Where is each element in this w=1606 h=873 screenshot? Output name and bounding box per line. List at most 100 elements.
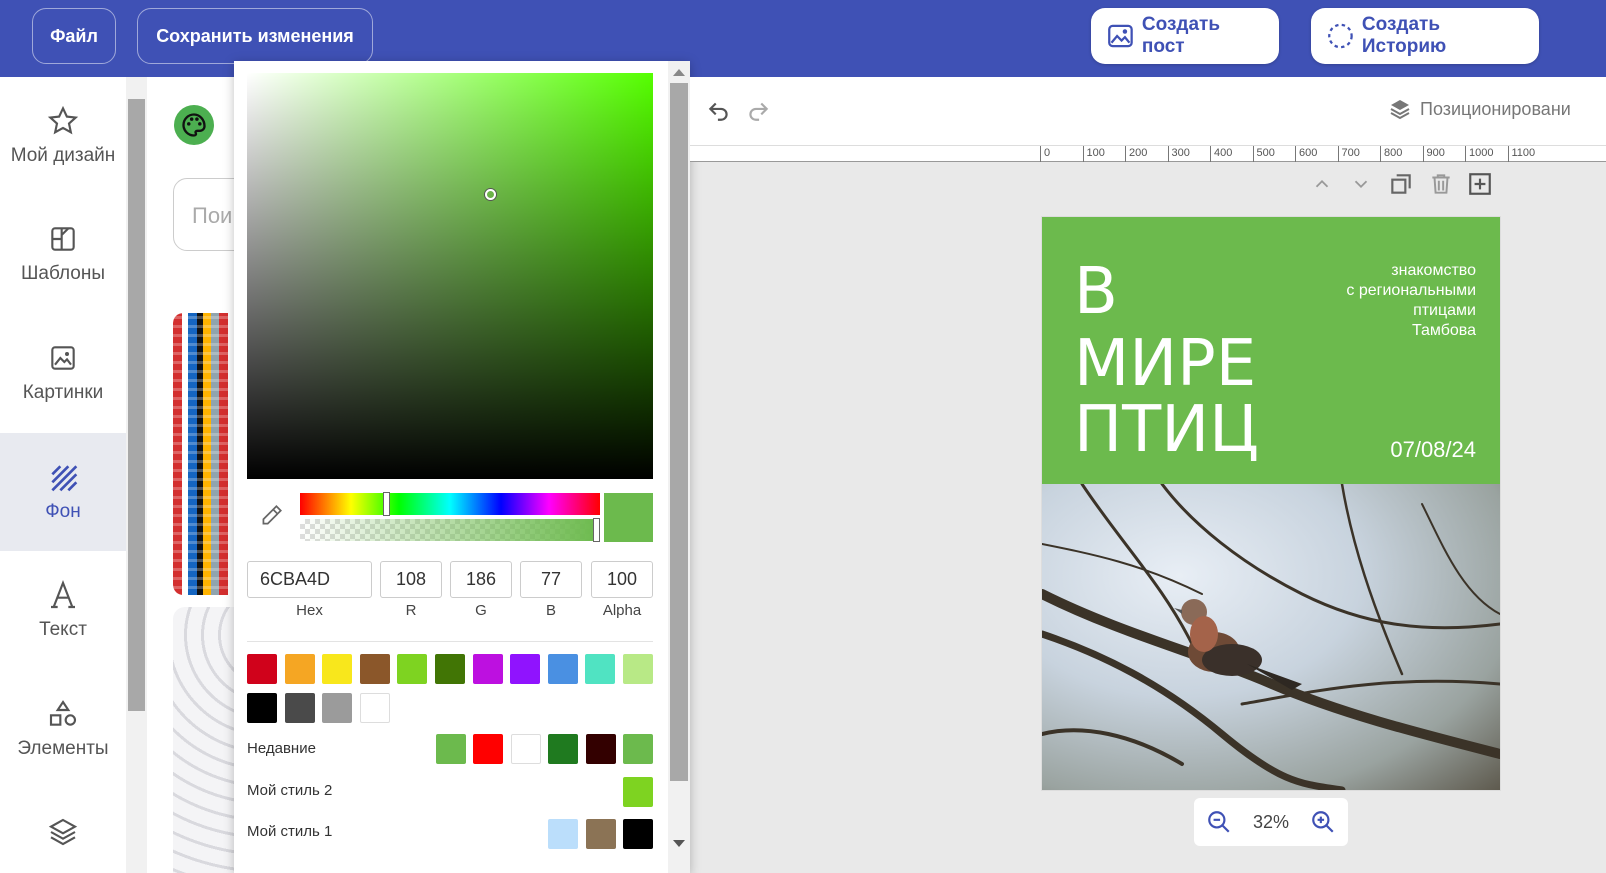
alpha-slider[interactable] <box>300 519 600 541</box>
color-swatch[interactable] <box>585 734 616 764</box>
sidebar-item-background[interactable]: Фон <box>0 433 126 551</box>
ruler-tick-label: 1000 <box>1465 146 1493 162</box>
eyedropper-icon[interactable] <box>258 503 284 529</box>
create-post-button[interactable]: Создать пост <box>1091 8 1279 64</box>
style2-label: Мой стиль 2 <box>247 782 333 799</box>
card-title-line3[interactable]: ПТИЦ <box>1074 397 1259 463</box>
color-swatch[interactable] <box>585 819 616 849</box>
color-swatch[interactable] <box>472 654 503 684</box>
alpha-slider-handle[interactable] <box>593 518 600 542</box>
color-swatch[interactable] <box>548 734 579 764</box>
card-title-line2[interactable]: МИРЕ <box>1074 331 1256 397</box>
color-swatch[interactable] <box>436 734 466 764</box>
alpha-label: Alpha <box>602 602 642 619</box>
color-swatch[interactable] <box>284 654 315 684</box>
sidebar-item-templates[interactable]: Шаблоны <box>0 195 126 313</box>
scrollbar-thumb[interactable] <box>670 83 688 781</box>
bird-photo[interactable] <box>1042 482 1500 790</box>
saturation-value-area[interactable] <box>247 73 653 479</box>
scroll-up-arrow-icon[interactable] <box>673 69 685 76</box>
red-input[interactable]: 108 <box>380 561 442 598</box>
shapes-icon <box>49 700 77 726</box>
sidebar-item-layers[interactable] <box>0 788 126 873</box>
color-swatch[interactable] <box>623 734 653 764</box>
branches-illustration <box>1042 482 1500 790</box>
hue-slider[interactable] <box>300 493 600 515</box>
star-icon <box>47 105 79 135</box>
color-swatch[interactable] <box>473 734 504 764</box>
color-swatch[interactable] <box>510 654 541 684</box>
color-swatch[interactable] <box>247 693 277 723</box>
color-swatch[interactable] <box>322 654 353 684</box>
background-icon <box>51 465 78 492</box>
card-subtitle[interactable]: знакомство с региональными птицами Тамбо… <box>1346 261 1476 341</box>
sidebar-item-images[interactable]: Картинки <box>0 314 126 432</box>
sidebar-scrollbar[interactable] <box>126 77 147 873</box>
color-swatch[interactable] <box>359 693 390 723</box>
template-icon <box>51 227 75 251</box>
color-swatch[interactable] <box>548 819 579 849</box>
ruler-tick-label: 800 <box>1380 146 1402 162</box>
scrollbar-thumb[interactable] <box>128 99 145 711</box>
text-icon <box>51 580 75 609</box>
move-down-icon[interactable] <box>1350 170 1372 198</box>
sidebar-item-my-design[interactable]: Мой дизайн <box>0 77 126 195</box>
divider <box>247 641 653 642</box>
subtitle-line: Тамбова <box>1411 322 1476 339</box>
zoom-in-icon[interactable] <box>1310 809 1336 835</box>
sidebar-item-text[interactable]: Текст <box>0 551 126 669</box>
add-page-icon[interactable] <box>1467 170 1493 198</box>
color-swatch[interactable] <box>247 654 277 684</box>
background-panel: Пои <box>147 77 247 873</box>
ruler-tick-label: 400 <box>1210 146 1232 162</box>
trash-icon[interactable] <box>1428 170 1454 198</box>
file-button[interactable]: Файл <box>32 8 116 64</box>
picker-scrollbar[interactable] <box>668 61 690 873</box>
save-changes-button[interactable]: Сохранить изменения <box>137 8 373 64</box>
color-swatch[interactable] <box>359 654 390 684</box>
ruler-tick-label: 700 <box>1337 146 1360 162</box>
create-post-label: Создать пост <box>1141 14 1221 57</box>
card-date[interactable]: 07/08/24 <box>1390 437 1476 463</box>
create-story-label: Создать Историю <box>1361 14 1447 57</box>
color-swatch[interactable] <box>623 654 653 684</box>
color-swatch[interactable] <box>435 654 465 684</box>
ruler-tick-label: 1100 <box>1507 146 1535 162</box>
saturation-cursor[interactable] <box>485 189 496 200</box>
undo-icon[interactable] <box>706 97 732 123</box>
zoom-out-icon[interactable] <box>1206 809 1232 835</box>
move-up-icon[interactable] <box>1311 170 1333 198</box>
scroll-down-arrow-icon[interactable] <box>673 840 685 847</box>
ruler-tick-label: 300 <box>1167 146 1190 162</box>
canvas-toolbar: Позиционировани <box>690 77 1606 145</box>
duplicate-icon[interactable] <box>1388 170 1414 198</box>
ruler-tick-label: 900 <box>1422 146 1445 162</box>
color-swatch[interactable] <box>322 693 353 723</box>
create-story-button[interactable]: Создать Историю <box>1311 8 1539 64</box>
design-canvas[interactable]: В МИРЕ ПТИЦ знакомство с региональными п… <box>1042 217 1500 790</box>
green-input[interactable]: 186 <box>450 561 512 598</box>
blue-label: B <box>545 602 556 619</box>
zoom-level: 32% <box>1252 811 1290 832</box>
sidebar-item-elements[interactable]: Элементы <box>0 670 126 788</box>
image-icon <box>1108 24 1133 48</box>
redo-icon[interactable] <box>745 97 771 123</box>
hex-input[interactable]: 6CBA4D <box>247 561 372 598</box>
color-swatch[interactable] <box>397 654 428 684</box>
horizontal-ruler: 0 100 200 300 400 500 600 700 800 900 1000 1100 <box>690 145 1606 162</box>
color-palette-button[interactable] <box>174 105 214 145</box>
position-button[interactable]: Позиционировани <box>1388 97 1571 121</box>
color-swatch[interactable] <box>510 734 541 764</box>
ruler-tick-label: 0 <box>1040 146 1050 162</box>
hue-slider-handle[interactable] <box>383 492 390 516</box>
color-swatch[interactable] <box>585 654 616 684</box>
alpha-input[interactable]: 100 <box>591 561 653 598</box>
current-color-preview <box>604 493 653 542</box>
color-swatch[interactable] <box>547 654 578 684</box>
blue-input[interactable]: 77 <box>520 561 582 598</box>
color-swatch[interactable] <box>284 693 315 723</box>
card-title-line1[interactable]: В <box>1074 259 1118 325</box>
color-swatch[interactable] <box>623 777 653 807</box>
subtitle-line: знакомство <box>1391 262 1476 279</box>
color-swatch[interactable] <box>623 819 653 849</box>
